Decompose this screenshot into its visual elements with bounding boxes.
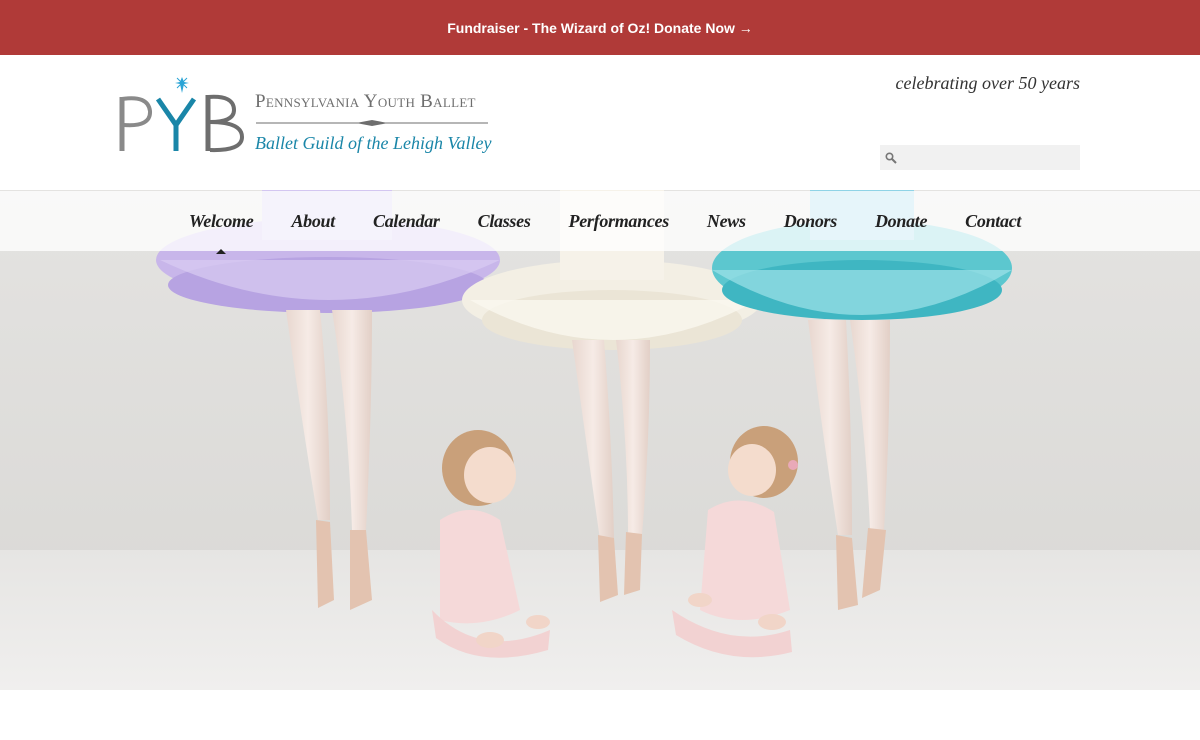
nav-item-performances: Performances <box>550 211 688 232</box>
search-input[interactable] <box>902 145 1080 170</box>
nav-item-classes: Classes <box>459 211 550 232</box>
search-box <box>880 145 1080 170</box>
site-logo[interactable]: Pennsylvania Youth Ballet Ballet Guild o… <box>118 77 498 159</box>
nav-link-calendar[interactable]: Calendar <box>354 211 459 232</box>
nav-item-contact: Contact <box>946 211 1040 232</box>
tagline: celebrating over 50 years <box>895 73 1080 93</box>
nav-link-news[interactable]: News <box>688 211 765 232</box>
logo-title: Pennsylvania Youth Ballet <box>255 91 476 112</box>
ballet-dancers-illustration <box>0 190 1200 690</box>
nav-link-donors[interactable]: Donors <box>765 211 856 232</box>
nav-link-performances[interactable]: Performances <box>550 211 688 232</box>
hero-image <box>0 190 1200 690</box>
nav-link-classes[interactable]: Classes <box>459 211 550 232</box>
main-nav: Welcome About Calendar Classes Performan… <box>0 191 1200 254</box>
site-header: Pennsylvania Youth Ballet Ballet Guild o… <box>0 55 1200 190</box>
logo-subtitle: Ballet Guild of the Lehigh Valley <box>255 133 492 153</box>
nav-link-donate[interactable]: Donate <box>856 211 946 232</box>
nav-item-news: News <box>688 211 765 232</box>
nav-link-about[interactable]: About <box>272 211 354 232</box>
fundraiser-donate-link[interactable]: Fundraiser - The Wizard of Oz! Donate No… <box>447 20 753 36</box>
nav-item-donate: Donate <box>856 211 946 232</box>
announcement-bar: Fundraiser - The Wizard of Oz! Donate No… <box>0 0 1200 55</box>
nav-link-contact[interactable]: Contact <box>946 211 1040 232</box>
nav-item-donors: Donors <box>765 211 856 232</box>
nav-item-welcome: Welcome <box>170 211 273 254</box>
logo-divider-ornament <box>256 120 488 126</box>
search-icon[interactable] <box>880 145 902 170</box>
nav-item-calendar: Calendar <box>354 211 459 232</box>
pyb-logo-mark <box>119 77 245 153</box>
nav-link-welcome[interactable]: Welcome <box>170 211 273 232</box>
star-icon <box>175 77 189 93</box>
nav-item-about: About <box>272 211 354 232</box>
